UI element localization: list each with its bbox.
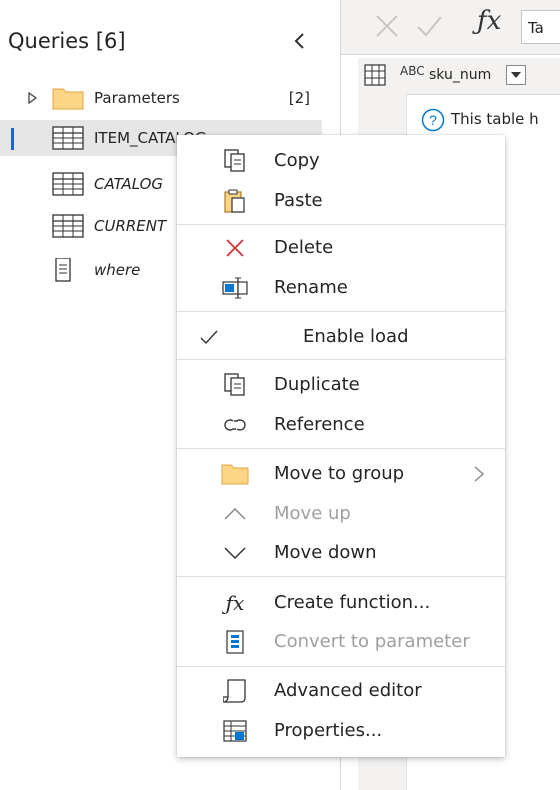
table-icon — [52, 126, 84, 150]
check-icon — [200, 330, 218, 345]
table-icon — [52, 172, 84, 196]
menu-item-move-to-group[interactable]: Move to group — [177, 454, 505, 494]
menu-label: Reference — [274, 414, 365, 435]
text-type-icon[interactable]: ABC — [400, 64, 425, 78]
query-group-parameters[interactable]: Parameters [2] — [0, 80, 322, 116]
context-menu: Copy Paste Delete Rename Enable load Dup… — [177, 135, 505, 757]
info-message: This table h — [451, 110, 539, 128]
menu-separator — [177, 224, 505, 225]
menu-label: Copy — [274, 150, 320, 171]
menu-separator — [177, 448, 505, 449]
query-label: Parameters — [94, 89, 180, 107]
svg-text:?: ? — [429, 112, 437, 128]
folder-icon — [52, 88, 84, 110]
advanced-editor-icon — [221, 678, 249, 704]
cancel-icon[interactable] — [373, 12, 401, 40]
collapse-pane-button[interactable] — [287, 27, 311, 55]
selection-indicator — [11, 128, 14, 150]
chevron-down-icon — [221, 540, 249, 566]
menu-label: Move to group — [274, 463, 405, 484]
list-icon — [55, 258, 71, 282]
menu-item-advanced-editor[interactable]: Advanced editor — [177, 671, 505, 711]
menu-label: Delete — [274, 237, 334, 258]
expand-triangle-icon[interactable] — [26, 92, 38, 104]
menu-separator — [177, 311, 505, 312]
column-name[interactable]: sku_num — [429, 58, 491, 92]
menu-label: Enable load — [303, 326, 409, 347]
menu-item-enable-load[interactable]: Enable load — [177, 317, 505, 357]
table-icon — [52, 214, 84, 238]
dropdown-arrow-icon — [511, 72, 521, 78]
menu-label: Create function... — [274, 592, 431, 613]
query-label: CURRENT — [94, 217, 167, 235]
table-options-icon[interactable] — [364, 64, 386, 86]
help-icon: ? — [421, 108, 445, 132]
paste-icon — [221, 188, 249, 214]
copy-icon — [221, 148, 249, 174]
reference-icon — [221, 412, 249, 438]
menu-item-copy[interactable]: Copy — [177, 141, 505, 181]
chevron-left-icon — [294, 33, 304, 49]
delete-icon — [221, 235, 249, 261]
fx-icon: ƒx — [477, 6, 502, 36]
menu-label: Duplicate — [274, 374, 360, 395]
formula-input[interactable]: Ta — [521, 10, 560, 44]
chevron-up-icon — [221, 501, 249, 527]
menu-separator — [177, 666, 505, 667]
menu-label: Move up — [274, 503, 351, 524]
chevron-right-icon — [474, 466, 485, 482]
commit-check-icon[interactable] — [415, 12, 443, 40]
rename-icon — [221, 275, 249, 301]
menu-separator — [177, 359, 505, 360]
parameter-icon — [221, 629, 249, 655]
menu-label: Rename — [274, 277, 348, 298]
menu-item-rename[interactable]: Rename — [177, 268, 505, 308]
query-label: CATALOG — [94, 175, 164, 193]
query-count: [2] — [288, 89, 310, 107]
menu-item-reference[interactable]: Reference — [177, 405, 505, 445]
menu-label: Advanced editor — [274, 680, 422, 701]
properties-icon — [221, 718, 249, 744]
formula-bar: ƒx Ta — [341, 0, 560, 55]
menu-label: Paste — [274, 190, 323, 211]
fx-icon: ƒx — [225, 591, 245, 615]
menu-item-properties[interactable]: Properties... — [177, 711, 505, 751]
menu-item-duplicate[interactable]: Duplicate — [177, 365, 505, 405]
menu-item-create-function[interactable]: ƒx Create function... — [177, 583, 505, 623]
query-label: where — [94, 261, 141, 279]
folder-icon — [221, 461, 249, 487]
menu-label: Move down — [274, 542, 377, 563]
column-filter-button[interactable] — [506, 65, 526, 85]
menu-separator — [177, 576, 505, 577]
menu-item-move-up: Move up — [177, 494, 505, 534]
menu-item-paste[interactable]: Paste — [177, 181, 505, 221]
menu-label: Convert to parameter — [274, 631, 470, 652]
menu-item-delete[interactable]: Delete — [177, 228, 505, 268]
duplicate-icon — [221, 372, 249, 398]
queries-title: Queries [6] — [8, 29, 126, 53]
column-header-row: ABC sku_num — [358, 58, 560, 95]
menu-label: Properties... — [274, 720, 383, 741]
menu-item-convert-to-parameter: Convert to parameter — [177, 622, 505, 662]
menu-item-move-down[interactable]: Move down — [177, 533, 505, 573]
